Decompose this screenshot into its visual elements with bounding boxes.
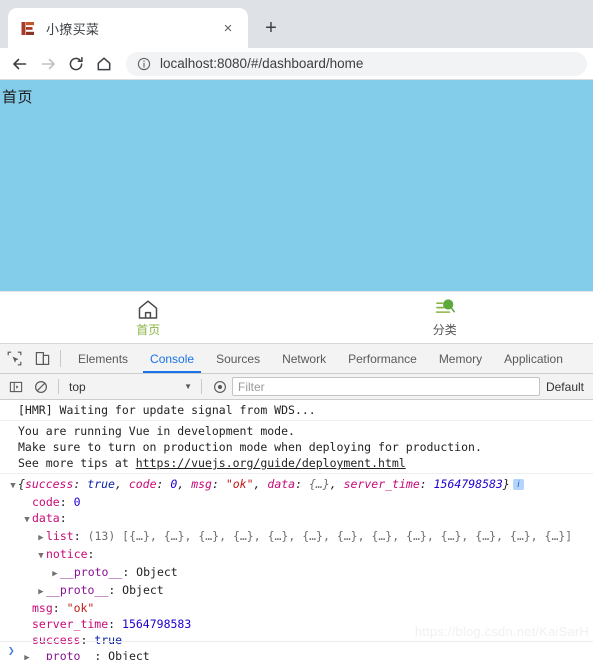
console-filter-bar: top ▼ Filter Default: [0, 374, 593, 400]
disclosure-triangle-icon[interactable]: [36, 548, 46, 564]
devtools-tab-console[interactable]: Console: [139, 344, 205, 373]
object-key: notice: [46, 547, 88, 561]
console-output[interactable]: [HMR] Waiting for update signal from WDS…: [0, 400, 593, 660]
info-badge-icon[interactable]: i: [512, 479, 524, 490]
browser-tab[interactable]: 小撩买菜 ×: [8, 8, 248, 48]
reload-button[interactable]: [62, 50, 90, 78]
clear-console-icon[interactable]: [28, 376, 53, 398]
filterbar-divider-1: [58, 379, 59, 394]
disclosure-triangle-icon[interactable]: [36, 530, 46, 546]
app-tab-home[interactable]: 首页: [0, 298, 297, 337]
console-context-selector[interactable]: top ▼: [64, 380, 196, 394]
object-value: 0: [73, 495, 81, 509]
devtools-tab-application[interactable]: Application: [493, 344, 574, 373]
console-message-list: [HMR] Waiting for update signal from WDS…: [0, 400, 593, 660]
live-expression-eye-icon[interactable]: [207, 376, 232, 398]
inspect-element-icon[interactable]: [0, 344, 28, 373]
object-value: (13) [{…}, {…}, {…}, {…}, {…}, {…}, {…},…: [87, 529, 573, 543]
devtools-tabbar: Elements Console Sources Network Perform…: [0, 344, 593, 374]
object-key: success: [24, 477, 74, 491]
device-toolbar-icon[interactable]: [28, 344, 56, 373]
console-prompt-symbol: ❯: [8, 644, 15, 657]
b-logo-favicon: [20, 20, 37, 37]
address-bar-url: localhost:8080/#/dashboard/home: [160, 56, 364, 71]
watermark: https://blog.csdn.net/KaiSarH: [414, 624, 589, 639]
console-message: You are running Vue in development mode.…: [0, 421, 593, 474]
back-button[interactable]: [6, 50, 34, 78]
app-tab-category[interactable]: 分类: [297, 298, 593, 337]
object-key: list: [46, 529, 74, 543]
object-property-row[interactable]: list: (13) [{…}, {…}, {…}, {…}, {…}, {…}…: [0, 528, 593, 546]
app-tab-label-home: 首页: [136, 323, 161, 337]
console-message-line: [HMR] Waiting for update signal from WDS…: [18, 403, 316, 417]
disclosure-triangle-icon[interactable]: [50, 566, 60, 582]
toolbar-divider: [60, 350, 61, 367]
info-circle-icon[interactable]: [136, 56, 151, 71]
object-key: data: [267, 477, 296, 491]
object-value: true: [87, 477, 115, 491]
disclosure-triangle-icon[interactable]: [22, 512, 32, 528]
object-property-row[interactable]: notice:: [0, 546, 593, 564]
object-value: {…}: [308, 477, 330, 491]
object-key: data: [32, 511, 60, 525]
object-value: 0: [170, 477, 178, 491]
home-button[interactable]: [90, 50, 118, 78]
console-sidebar-icon[interactable]: [3, 376, 28, 398]
devtools-tab-elements[interactable]: Elements: [67, 344, 139, 373]
devtools-panel: Elements Console Sources Network Perform…: [0, 344, 593, 660]
object-key: code: [32, 495, 60, 509]
devtools-tab-sources[interactable]: Sources: [205, 344, 271, 373]
app-bottom-tabbar: 首页 分类: [0, 291, 593, 344]
filterbar-divider-2: [201, 379, 202, 394]
object-property-row[interactable]: __proto__: Object: [0, 582, 593, 600]
tab-strip: 小撩买菜 × +: [0, 0, 593, 48]
object-value: 1564798583: [122, 617, 192, 631]
console-filter-input[interactable]: Filter: [232, 377, 540, 396]
object-value: Object: [136, 565, 178, 579]
console-message-line: You are running Vue in development mode.: [18, 424, 295, 438]
page-viewport: 首页: [0, 80, 593, 291]
browser-tab-title: 小撩买菜: [46, 21, 100, 37]
object-key: __proto__: [46, 583, 109, 597]
page-title: 首页: [2, 89, 34, 106]
object-value: "ok": [66, 601, 95, 615]
category-icon: [432, 298, 458, 321]
object-value: Object: [122, 583, 164, 597]
object-property-row[interactable]: data:: [0, 510, 593, 528]
console-level-selector[interactable]: Default: [540, 380, 590, 394]
object-property-row[interactable]: code: 0: [0, 494, 593, 510]
home-outline-icon: [135, 298, 161, 321]
object-key: code: [128, 477, 157, 491]
forward-button: [34, 50, 62, 78]
disclosure-triangle-icon[interactable]: [36, 584, 46, 600]
object-value: "ok": [225, 477, 254, 491]
devtools-tab-network[interactable]: Network: [271, 344, 337, 373]
console-context-label: top: [69, 379, 86, 394]
devtools-tab-memory[interactable]: Memory: [428, 344, 493, 373]
console-message-line: See more tips at https://vuejs.org/guide…: [18, 456, 406, 470]
console-prompt[interactable]: ❯: [0, 641, 593, 660]
console-message: [HMR] Waiting for update signal from WDS…: [0, 400, 593, 421]
object-key: msg: [191, 477, 212, 491]
object-key: server_time: [343, 477, 420, 491]
object-value: 1564798583: [433, 477, 503, 491]
object-key: msg: [32, 601, 53, 615]
object-key: __proto__: [60, 565, 123, 579]
browser-toolbar: localhost:8080/#/dashboard/home: [0, 48, 593, 80]
close-icon[interactable]: ×: [218, 18, 238, 38]
disclosure-triangle-icon[interactable]: [8, 478, 18, 494]
browser-tab-strip: 小撩买菜 × +: [0, 0, 593, 48]
object-key: server_time: [32, 617, 109, 631]
app-tab-label-category: 分类: [432, 323, 457, 337]
object-summary-row[interactable]: {success: true, code: 0, msg: "ok", data…: [0, 476, 593, 494]
object-property-row[interactable]: msg: "ok": [0, 600, 593, 616]
console-message-link[interactable]: https://vuejs.org/guide/deployment.html: [136, 456, 406, 470]
new-tab-button[interactable]: +: [254, 11, 288, 45]
devtools-tab-performance[interactable]: Performance: [337, 344, 428, 373]
object-property-row[interactable]: __proto__: Object: [0, 564, 593, 582]
address-bar[interactable]: localhost:8080/#/dashboard/home: [126, 51, 587, 76]
console-message-line: Make sure to turn on production mode whe…: [18, 440, 482, 454]
chevron-down-icon: ▼: [184, 382, 192, 391]
